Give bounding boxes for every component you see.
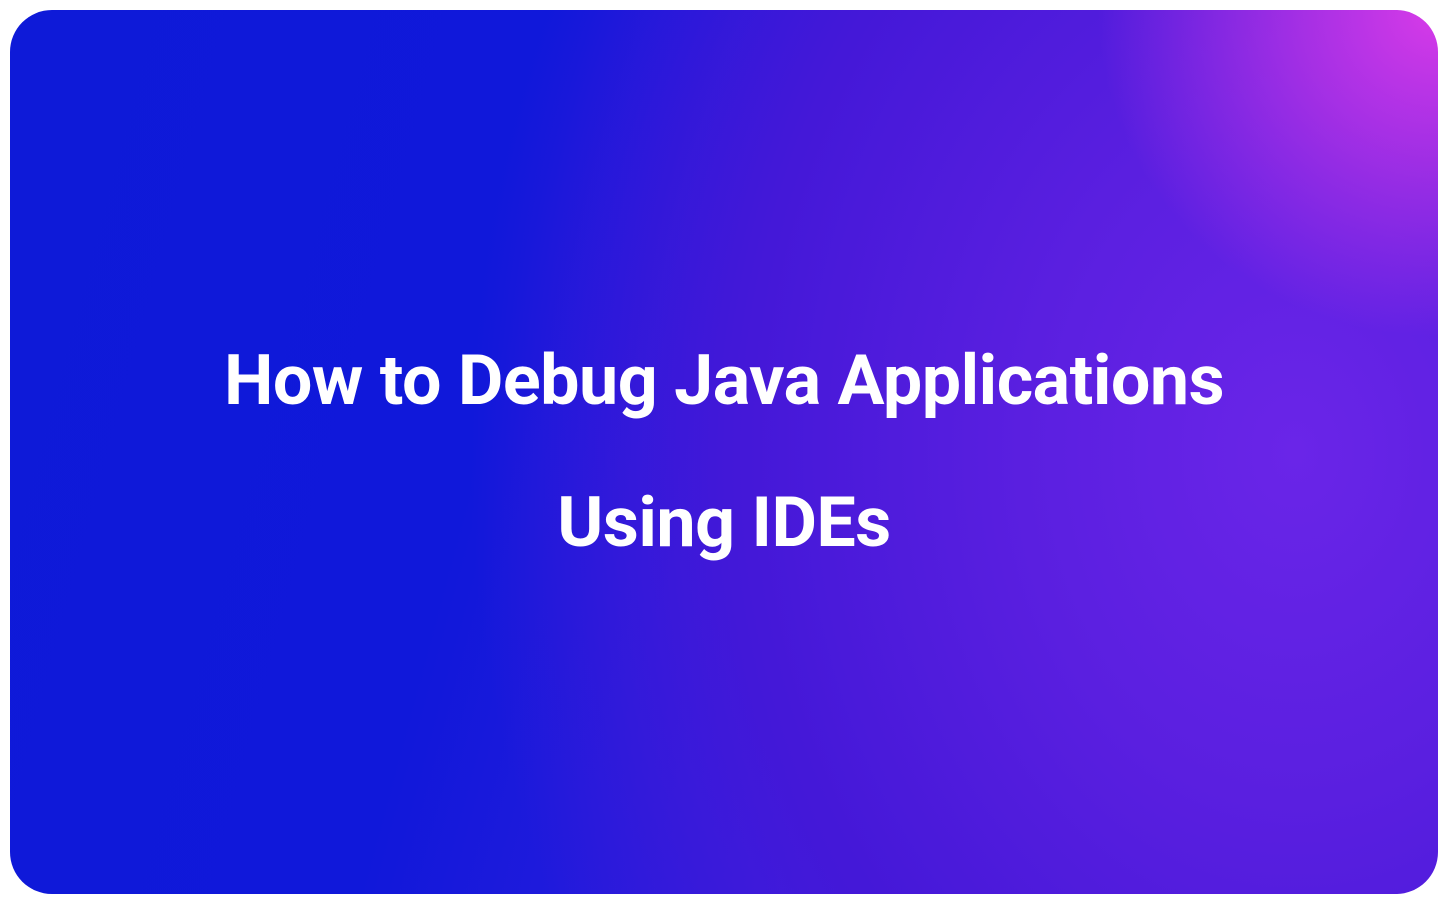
hero-card: How to Debug Java Applications Using IDE… (10, 10, 1438, 894)
title-line-2: Using IDEs (557, 481, 891, 565)
title-line-1: How to Debug Java Applications (224, 339, 1224, 423)
